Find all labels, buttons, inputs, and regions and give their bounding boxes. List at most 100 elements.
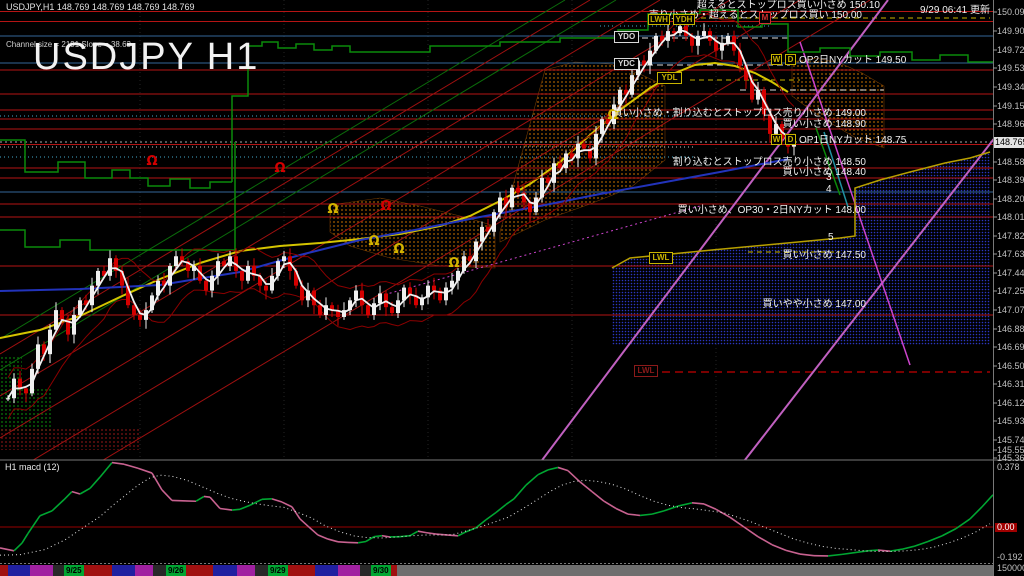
- timeline-segment[interactable]: [213, 565, 237, 576]
- quote-header: USDJPY,H1 148.769 148.769 148.769 148.76…: [6, 2, 195, 12]
- macd-line-segment: [982, 495, 993, 507]
- timeline-segment[interactable]: [30, 565, 53, 576]
- timeline-segment[interactable]: [397, 565, 993, 576]
- timeline-date: 9/30: [371, 565, 391, 576]
- macd-line-segment: [744, 527, 758, 537]
- price-axis-label: 149.150: [997, 102, 1024, 111]
- macd-pane: [0, 463, 993, 556]
- macd-line-segment: [14, 543, 22, 551]
- chart-label-box: LWL: [634, 365, 658, 377]
- macd-line-segment: [664, 506, 678, 511]
- timeline-segment[interactable]: [360, 565, 371, 576]
- price-axis-label: 148.960: [997, 120, 1024, 129]
- timeline-segment[interactable]: [255, 565, 268, 576]
- timeline-segment[interactable]: [338, 565, 360, 576]
- candle-body: [60, 310, 64, 320]
- price-axis-label: 146.690: [997, 343, 1024, 352]
- timeline-segment[interactable]: [135, 565, 153, 576]
- macd-line-segment: [328, 539, 338, 542]
- candle-body: [702, 31, 706, 36]
- macd-line-segment: [970, 507, 982, 519]
- main-pane: ΩΩΩΩΩΩΩΩ: [0, 0, 1024, 576]
- chart-canvas[interactable]: ΩΩΩΩΩΩΩΩ: [0, 0, 1024, 576]
- watermark: USDJPY H1: [33, 36, 259, 79]
- candle-body: [726, 36, 730, 43]
- macd-line-segment: [318, 535, 328, 539]
- timeline-segment[interactable]: [112, 565, 135, 576]
- candle-body: [6, 398, 10, 399]
- macd-line-segment: [240, 505, 250, 509]
- price-annotation: 買い小さめ 147.50: [783, 250, 866, 261]
- chart-label-box: W: [771, 54, 782, 65]
- timeline-date: 9/25: [64, 565, 84, 576]
- macd-line-segment: [466, 528, 476, 532]
- candle-body: [528, 202, 532, 212]
- update-timestamp: 9/29 06:41 更新: [920, 1, 990, 16]
- macd-line-segment: [112, 463, 124, 465]
- indicator-axis-label: 0.378: [997, 463, 1020, 472]
- timeline-segment[interactable]: [8, 565, 30, 576]
- macd-line-segment: [856, 551, 868, 553]
- omega-signal-marker: Ω: [368, 234, 379, 249]
- price-axis-label: 148.580: [997, 158, 1024, 167]
- timeline-segment[interactable]: [0, 565, 8, 576]
- macd-line-segment: [22, 533, 28, 543]
- omega-signal-marker: Ω: [393, 242, 404, 257]
- price-annotation: 5: [828, 232, 834, 243]
- candle-body: [432, 286, 436, 291]
- macd-line-segment: [124, 464, 138, 468]
- macd-line-segment: [232, 509, 240, 510]
- timeline-segment[interactable]: [237, 565, 255, 576]
- macd-line-segment: [448, 535, 458, 536]
- macd-line-segment: [526, 475, 538, 485]
- candle-body: [282, 256, 286, 261]
- candle-body: [264, 286, 268, 291]
- macd-line-segment: [382, 536, 390, 537]
- candle-body: [354, 291, 358, 301]
- chart-label-box: D: [785, 54, 796, 65]
- macd-line-segment: [338, 542, 348, 543]
- timeline-segment[interactable]: [315, 565, 338, 576]
- price-axis-label: 150.095: [997, 8, 1024, 17]
- chart-label-box: M: [759, 12, 771, 24]
- macd-line-segment: [678, 503, 692, 506]
- price-annotation: 買い小さめ 148.90: [783, 119, 866, 130]
- macd-line-segment: [616, 508, 628, 514]
- candle-body: [444, 288, 448, 301]
- timeline-segment[interactable]: [153, 565, 166, 576]
- price-axis-label: 146.880: [997, 325, 1024, 334]
- macd-line-segment: [800, 554, 814, 556]
- timeline-date: 9/29: [268, 565, 288, 576]
- price-axis-label: 146.500: [997, 362, 1024, 371]
- price-annotation: OP2日NYカット 149.50: [799, 55, 906, 66]
- macd-line-segment: [282, 502, 292, 507]
- kumo-red-left: [0, 428, 140, 450]
- price-annotation: OP1日NYカット 148.75: [799, 135, 906, 146]
- macd-line-segment: [220, 508, 232, 510]
- macd-line-segment: [842, 552, 856, 554]
- price-axis-label: 147.446: [997, 269, 1024, 278]
- timeline-segment[interactable]: [53, 565, 64, 576]
- macd-signal-line: [0, 475, 990, 555]
- macd-line-segment: [868, 550, 878, 551]
- omega-signal-marker: Ω: [448, 256, 459, 271]
- price-axis-label: 145.740: [997, 436, 1024, 445]
- macd-line-segment: [162, 490, 172, 500]
- candle-body: [582, 144, 586, 149]
- macd-line-segment: [942, 529, 956, 536]
- macd-line-segment: [506, 499, 514, 505]
- macd-line-segment: [80, 488, 90, 494]
- macd-line-segment: [730, 517, 744, 527]
- price-annotation: 4: [826, 184, 832, 195]
- macd-line-segment: [204, 496, 210, 497]
- price-annotation: 買い小さめ 148.40: [783, 167, 866, 178]
- macd-line-segment: [914, 541, 928, 546]
- macd-line-segment: [72, 492, 80, 494]
- macd-line-segment: [568, 471, 580, 482]
- price-axis-label: 149.720: [997, 46, 1024, 55]
- macd-line-segment: [418, 531, 426, 532]
- macd-line-segment: [558, 467, 568, 470]
- macd-line-segment: [580, 482, 592, 492]
- indicator-axis-label: -0.192: [997, 553, 1023, 562]
- candle-body: [240, 271, 244, 281]
